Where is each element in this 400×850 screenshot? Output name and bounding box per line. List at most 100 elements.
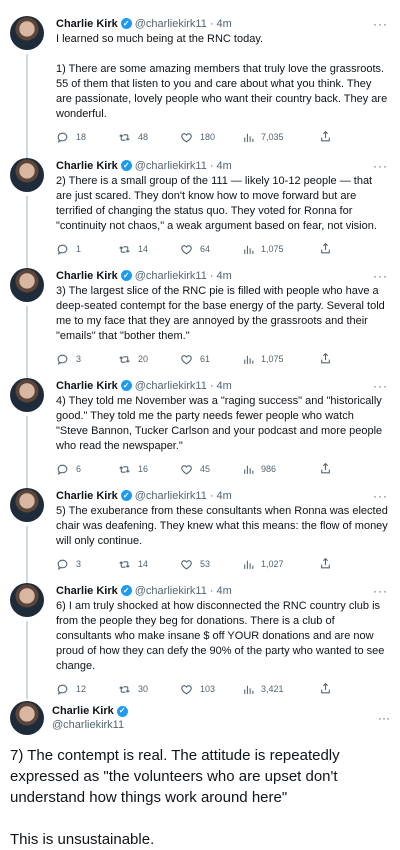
tweet-text: 2) There is a small group of the 111 — l…	[56, 175, 377, 232]
avatar[interactable]	[10, 701, 44, 735]
author-name[interactable]: Charlie Kirk	[56, 269, 118, 283]
tweet[interactable]: Charlie Kirk ✓ @charliekirk11 · 4m ··· 5…	[0, 484, 400, 587]
tweet[interactable]: Charlie Kirk ✓ @charliekirk11 · 4m ··· 3…	[0, 264, 400, 382]
view-count: 7,035	[261, 132, 284, 142]
separator-dot: ·	[209, 17, 214, 30]
reply-button[interactable]: 18	[56, 131, 118, 144]
share-button[interactable]	[319, 682, 332, 697]
avatar[interactable]	[10, 488, 44, 522]
author-meta: Charlie Kirk ✓ @charliekirk11	[52, 704, 128, 732]
tweet[interactable]: Charlie Kirk ✓ @charliekirk11 · 4m ··· 4…	[0, 374, 400, 492]
tweet-body: Charlie Kirk ✓ @charliekirk11 · 4m ··· 4…	[56, 378, 388, 484]
avatar[interactable]	[10, 16, 44, 50]
retweet-button[interactable]: 16	[118, 463, 180, 476]
more-options-icon[interactable]: ···	[373, 584, 388, 598]
retweet-button[interactable]: 14	[118, 243, 180, 256]
like-button[interactable]: 103	[180, 683, 242, 696]
retweet-icon	[119, 465, 130, 473]
more-options-icon[interactable]: ···	[373, 269, 388, 283]
tweet-actions: 3 20 61 1,075	[56, 350, 388, 368]
reply-button[interactable]: 6	[56, 463, 118, 476]
more-options-icon[interactable]: ···	[373, 17, 388, 31]
views-chart-icon	[244, 133, 254, 142]
timestamp[interactable]: 4m	[217, 159, 232, 173]
author-handle[interactable]: @charliekirk11	[135, 159, 207, 173]
more-options-icon[interactable]: ···	[373, 489, 388, 503]
like-button[interactable]: 61	[180, 353, 242, 366]
more-options-icon[interactable]: ···	[373, 159, 388, 173]
avatar[interactable]	[10, 268, 44, 302]
author-name[interactable]: Charlie Kirk	[56, 379, 118, 393]
timestamp[interactable]: 4m	[217, 17, 232, 31]
reply-button[interactable]: 3	[56, 558, 118, 571]
share-button[interactable]	[319, 462, 332, 477]
separator-dot: ·	[209, 159, 214, 172]
like-button[interactable]: 45	[180, 463, 242, 476]
author-name[interactable]: Charlie Kirk	[56, 489, 118, 503]
thread-line	[26, 306, 28, 382]
focused-tweet[interactable]: Charlie Kirk ✓ @charliekirk11 ··· 7) The…	[0, 691, 400, 850]
reply-button[interactable]: 3	[56, 353, 118, 366]
focused-tweet-header: Charlie Kirk ✓ @charliekirk11 ···	[10, 701, 390, 735]
retweet-icon	[119, 685, 130, 693]
author-handle[interactable]: @charliekirk11	[135, 489, 207, 503]
views-button[interactable]: 986	[242, 463, 304, 476]
author-name[interactable]: Charlie Kirk	[56, 584, 118, 598]
author-name[interactable]: Charlie Kirk	[56, 17, 118, 31]
reply-icon	[57, 464, 68, 475]
author-handle[interactable]: @charliekirk11	[135, 379, 207, 393]
views-button[interactable]: 3,421	[242, 683, 304, 696]
views-chart-icon	[244, 560, 254, 569]
avatar[interactable]	[10, 583, 44, 617]
retweet-button[interactable]: 14	[118, 558, 180, 571]
tweet[interactable]: Charlie Kirk ✓ @charliekirk11 · 4m ··· 6…	[0, 579, 400, 699]
tweet-header: Charlie Kirk ✓ @charliekirk11 · 4m ···	[56, 488, 388, 503]
views-button[interactable]: 1,027	[242, 558, 304, 571]
more-options-icon[interactable]: ···	[373, 379, 388, 393]
tweet-body: Charlie Kirk ✓ @charliekirk11 · 4m ··· 6…	[56, 583, 388, 695]
author-handle[interactable]: @charliekirk11	[135, 17, 207, 31]
timestamp[interactable]: 4m	[217, 489, 232, 503]
heart-icon	[181, 132, 192, 142]
tweet-header: Charlie Kirk ✓ @charliekirk11 · 4m ···	[56, 378, 388, 393]
thread-line	[26, 196, 28, 272]
reply-icon	[57, 244, 68, 255]
more-options-icon[interactable]: ···	[378, 711, 390, 725]
views-button[interactable]: 1,075	[242, 353, 304, 366]
timestamp[interactable]: 4m	[217, 269, 232, 283]
timestamp[interactable]: 4m	[217, 379, 232, 393]
reply-icon	[57, 132, 68, 143]
timestamp[interactable]: 4m	[217, 584, 232, 598]
share-button[interactable]	[319, 130, 332, 145]
like-button[interactable]: 64	[180, 243, 242, 256]
reply-icon	[57, 684, 68, 695]
focused-tweet-text: 7) The contempt is real. The attitude is…	[10, 747, 340, 848]
like-button[interactable]: 180	[180, 131, 242, 144]
heart-icon	[181, 684, 192, 694]
tweet[interactable]: Charlie Kirk ✓ @charliekirk11 · 4m ··· 2…	[0, 154, 400, 272]
reply-button[interactable]: 1	[56, 243, 118, 256]
share-icon	[321, 352, 330, 363]
tweet[interactable]: Charlie Kirk ✓ @charliekirk11 · 4m ··· I…	[0, 0, 400, 162]
views-button[interactable]: 7,035	[242, 131, 304, 144]
views-button[interactable]: 1,075	[242, 243, 304, 256]
views-chart-icon	[244, 685, 254, 694]
author-handle[interactable]: @charliekirk11	[52, 718, 128, 732]
retweet-button[interactable]: 48	[118, 131, 180, 144]
tweet-header: Charlie Kirk ✓ @charliekirk11 · 4m ···	[56, 583, 388, 598]
reply-button[interactable]: 12	[56, 683, 118, 696]
retweet-button[interactable]: 30	[118, 683, 180, 696]
share-button[interactable]	[319, 242, 332, 257]
share-button[interactable]	[319, 352, 332, 367]
avatar[interactable]	[10, 158, 44, 192]
author-name[interactable]: Charlie Kirk	[56, 159, 118, 173]
share-button[interactable]	[319, 557, 332, 572]
author-name[interactable]: Charlie Kirk	[52, 704, 114, 718]
tweet-text: I learned so much being at the RNC today…	[56, 33, 388, 120]
like-button[interactable]: 53	[180, 558, 242, 571]
avatar[interactable]	[10, 378, 44, 412]
author-handle[interactable]: @charliekirk11	[135, 584, 207, 598]
tweet-left-column	[10, 268, 46, 382]
author-handle[interactable]: @charliekirk11	[135, 269, 207, 283]
retweet-button[interactable]: 20	[118, 353, 180, 366]
